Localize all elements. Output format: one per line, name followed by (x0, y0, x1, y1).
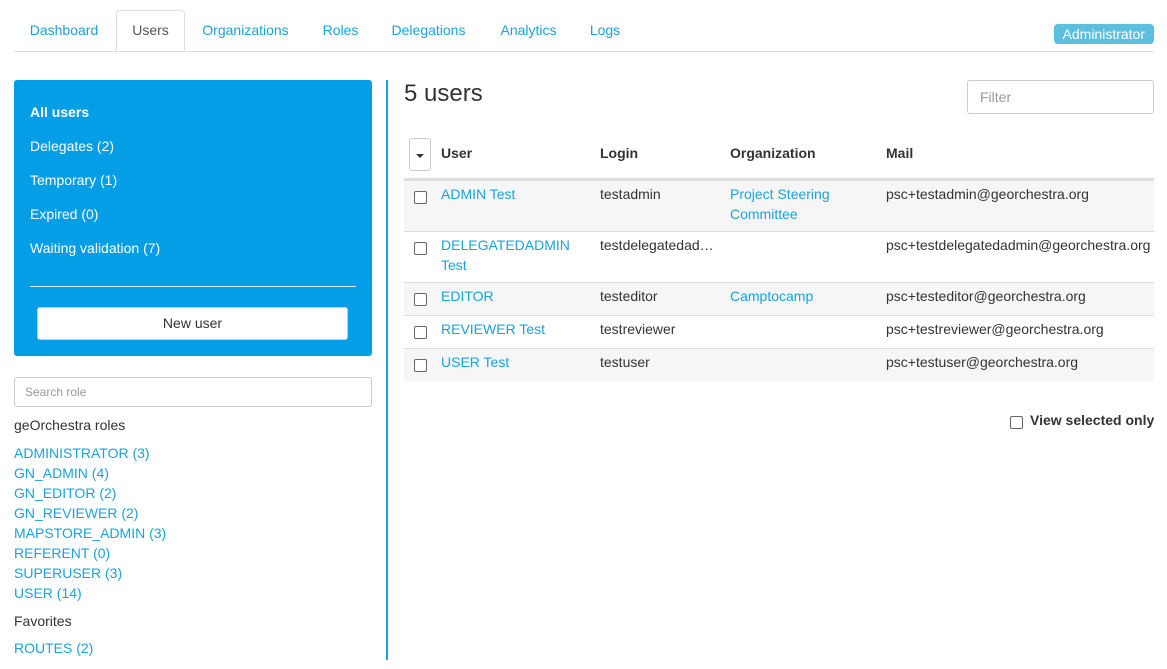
table-header: User Login Organization Mail (404, 133, 1154, 180)
table-row: EDITOR testeditor Camptocamp psc+testedi… (404, 282, 1154, 315)
sidebar-item-waiting-validation[interactable]: Waiting validation (7) (30, 240, 160, 256)
mail-cell: psc+testreviewer@georchestra.org (886, 321, 1104, 337)
tab-organizations[interactable]: Organizations (192, 10, 299, 50)
mail-cell: psc+testuser@georchestra.org (886, 354, 1079, 370)
sidebar-item-all-users[interactable]: All users (30, 104, 89, 120)
filter-input[interactable] (967, 80, 1154, 114)
table-row: REVIEWER Test testreviewer psc+testrevie… (404, 315, 1154, 348)
sidebar-item-temporary[interactable]: Temporary (1) (30, 172, 117, 188)
organization-link[interactable]: Project Steering Committee (730, 184, 870, 224)
user-link[interactable]: REVIEWER Test (441, 319, 586, 339)
role-link-administrator[interactable]: ADMINISTRATOR (3) (14, 445, 150, 461)
login-cell: testreviewer (600, 321, 676, 337)
login-cell: testdelegatedad… (600, 237, 714, 253)
sidebar-item-expired[interactable]: Expired (0) (30, 206, 98, 222)
roles-heading: geOrchestra roles (14, 417, 126, 433)
login-cell: testuser (600, 354, 650, 370)
column-header-user[interactable]: User (441, 145, 472, 161)
role-link-mapstore-admin[interactable]: MAPSTORE_ADMIN (3) (14, 525, 166, 541)
search-role-input[interactable] (14, 377, 372, 407)
row-checkbox[interactable] (414, 191, 427, 204)
mail-cell: psc+testdelegatedadmin@georchestra.org (886, 237, 1151, 253)
user-filter-panel: All users Delegates (2) Temporary (1) Ex… (14, 80, 372, 356)
row-checkbox[interactable] (414, 293, 427, 306)
row-checkbox[interactable] (414, 242, 427, 255)
current-role-badge[interactable]: Administrator (1053, 24, 1154, 44)
view-selected-label: View selected only (1030, 412, 1155, 428)
caret-down-icon (416, 154, 424, 158)
row-checkbox[interactable] (414, 359, 427, 372)
role-link-gn-editor[interactable]: GN_EDITOR (2) (14, 485, 116, 501)
table-row: DELEGATEDADMIN Test testdelegatedad… psc… (404, 231, 1154, 282)
view-selected-checkbox[interactable] (1010, 416, 1023, 429)
mail-cell: psc+testeditor@georchestra.org (886, 288, 1086, 304)
organization-link[interactable]: Camptocamp (730, 286, 870, 306)
user-link[interactable]: USER Test (441, 352, 586, 372)
tab-logs[interactable]: Logs (580, 10, 630, 50)
user-link[interactable]: EDITOR (441, 286, 586, 306)
select-dropdown-button[interactable] (409, 138, 431, 171)
role-link-routes[interactable]: ROUTES (2) (14, 640, 93, 656)
vertical-divider (386, 80, 388, 660)
users-table: User Login Organization Mail ADMIN Test … (404, 133, 1154, 381)
role-link-gn-reviewer[interactable]: GN_REVIEWER (2) (14, 505, 138, 521)
user-link[interactable]: DELEGATEDADMIN Test (441, 235, 586, 275)
tab-roles[interactable]: Roles (307, 10, 374, 50)
user-link[interactable]: ADMIN Test (441, 184, 586, 204)
sidebar-divider (30, 286, 356, 287)
sidebar-item-delegates[interactable]: Delegates (2) (30, 138, 114, 154)
new-user-button[interactable]: New user (37, 307, 348, 340)
table-row: USER Test testuser psc+testuser@georches… (404, 348, 1154, 381)
row-checkbox[interactable] (414, 326, 427, 339)
column-header-mail[interactable]: Mail (886, 145, 913, 161)
favorites-heading: Favorites (14, 613, 72, 629)
tab-delegations[interactable]: Delegations (380, 10, 477, 50)
role-link-superuser[interactable]: SUPERUSER (3) (14, 565, 122, 581)
tab-analytics[interactable]: Analytics (487, 10, 570, 50)
role-link-gn-admin[interactable]: GN_ADMIN (4) (14, 465, 109, 481)
role-link-user[interactable]: USER (14) (14, 585, 82, 601)
nav-tabs: Dashboard Users Organizations Roles Dele… (14, 10, 1154, 52)
column-header-login[interactable]: Login (600, 145, 638, 161)
login-cell: testeditor (600, 288, 658, 304)
role-link-referent[interactable]: REFERENT (0) (14, 545, 110, 561)
tab-dashboard[interactable]: Dashboard (14, 10, 114, 50)
table-row: ADMIN Test testadmin Project Steering Co… (404, 180, 1154, 231)
login-cell: testadmin (600, 186, 661, 202)
users-count-title: 5 users (404, 80, 483, 107)
column-header-organization[interactable]: Organization (730, 145, 816, 161)
mail-cell: psc+testadmin@georchestra.org (886, 186, 1089, 202)
tab-users[interactable]: Users (116, 10, 185, 51)
